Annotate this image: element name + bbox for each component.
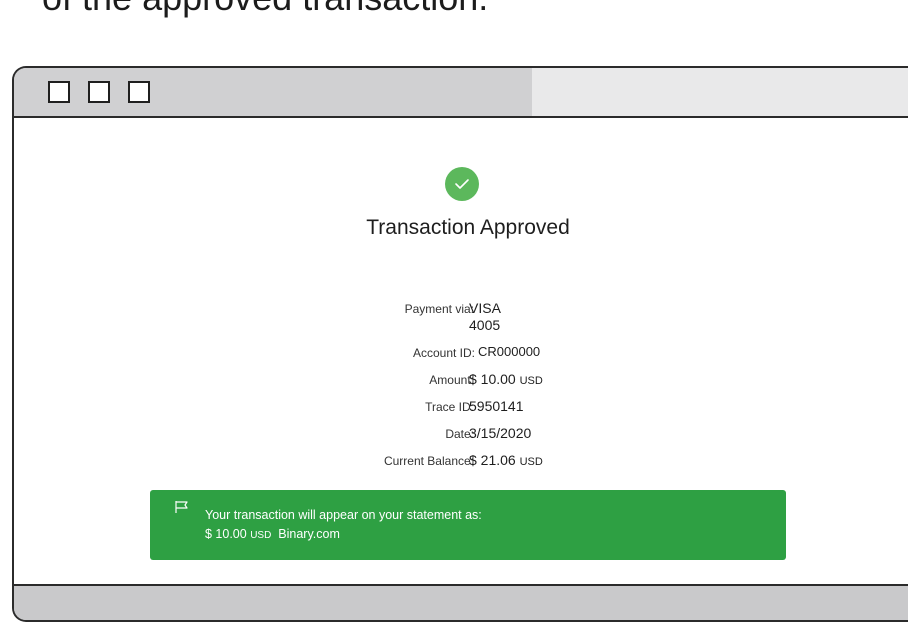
- amount-value: $ 10.00 USD: [469, 371, 543, 387]
- payment-card: VISA: [469, 300, 501, 316]
- amount-currency: USD: [519, 375, 543, 387]
- status-bar: [14, 584, 908, 620]
- balance-row: Current Balance: $ 21.06 USD: [14, 452, 908, 474]
- receipt-title: Transaction Approved: [366, 216, 570, 239]
- banner-message: Your transaction will appear on your sta…: [205, 508, 482, 522]
- account-row: Account ID: CR000000: [14, 344, 908, 366]
- date-label: Date:: [445, 427, 474, 441]
- banner-statement-line: $ 10.00 USD Binary.com: [205, 527, 340, 541]
- amount-number: $ 10.00: [469, 371, 516, 387]
- date-value: 3/15/2020: [469, 425, 532, 441]
- balance-number: $ 21.06: [469, 452, 516, 468]
- flag-icon: [174, 500, 190, 519]
- balance-label: Current Balance:: [383, 454, 474, 468]
- banner-currency: USD: [250, 530, 272, 541]
- caption-text: of the approved transaction.: [42, 0, 488, 16]
- trace-label: Trace ID:: [425, 400, 474, 414]
- account-value: CR000000: [478, 344, 541, 359]
- receipt-content: Transaction Approved Payment via: VISA 4…: [14, 118, 908, 584]
- success-check-icon: [445, 167, 479, 201]
- balance-value: $ 21.06 USD: [469, 452, 543, 468]
- date-row: Date: 3/15/2020: [14, 425, 908, 447]
- trace-row: Trace ID: 5950141: [14, 398, 908, 420]
- browser-window: Transaction Approved Payment via: VISA 4…: [12, 66, 908, 622]
- balance-currency: USD: [519, 456, 543, 468]
- close-button[interactable]: [128, 81, 150, 103]
- minimize-button[interactable]: [48, 81, 70, 103]
- banner-merchant: Binary.com: [278, 527, 340, 541]
- amount-row: Amount: $ 10.00 USD: [14, 371, 908, 393]
- amount-label: Amount:: [429, 373, 474, 387]
- payment-last4: 4005: [469, 317, 501, 333]
- title-bar: [14, 68, 908, 118]
- title-bar-tab-area: [532, 68, 908, 116]
- payment-row: Payment via: VISA 4005: [14, 300, 908, 333]
- banner-amount: $ 10.00: [205, 527, 247, 541]
- trace-value: 5950141: [469, 398, 524, 414]
- statement-banner: Your transaction will appear on your sta…: [150, 490, 786, 560]
- payment-label: Payment via:: [404, 302, 474, 316]
- account-label: Account ID:: [412, 346, 475, 360]
- maximize-button[interactable]: [88, 81, 110, 103]
